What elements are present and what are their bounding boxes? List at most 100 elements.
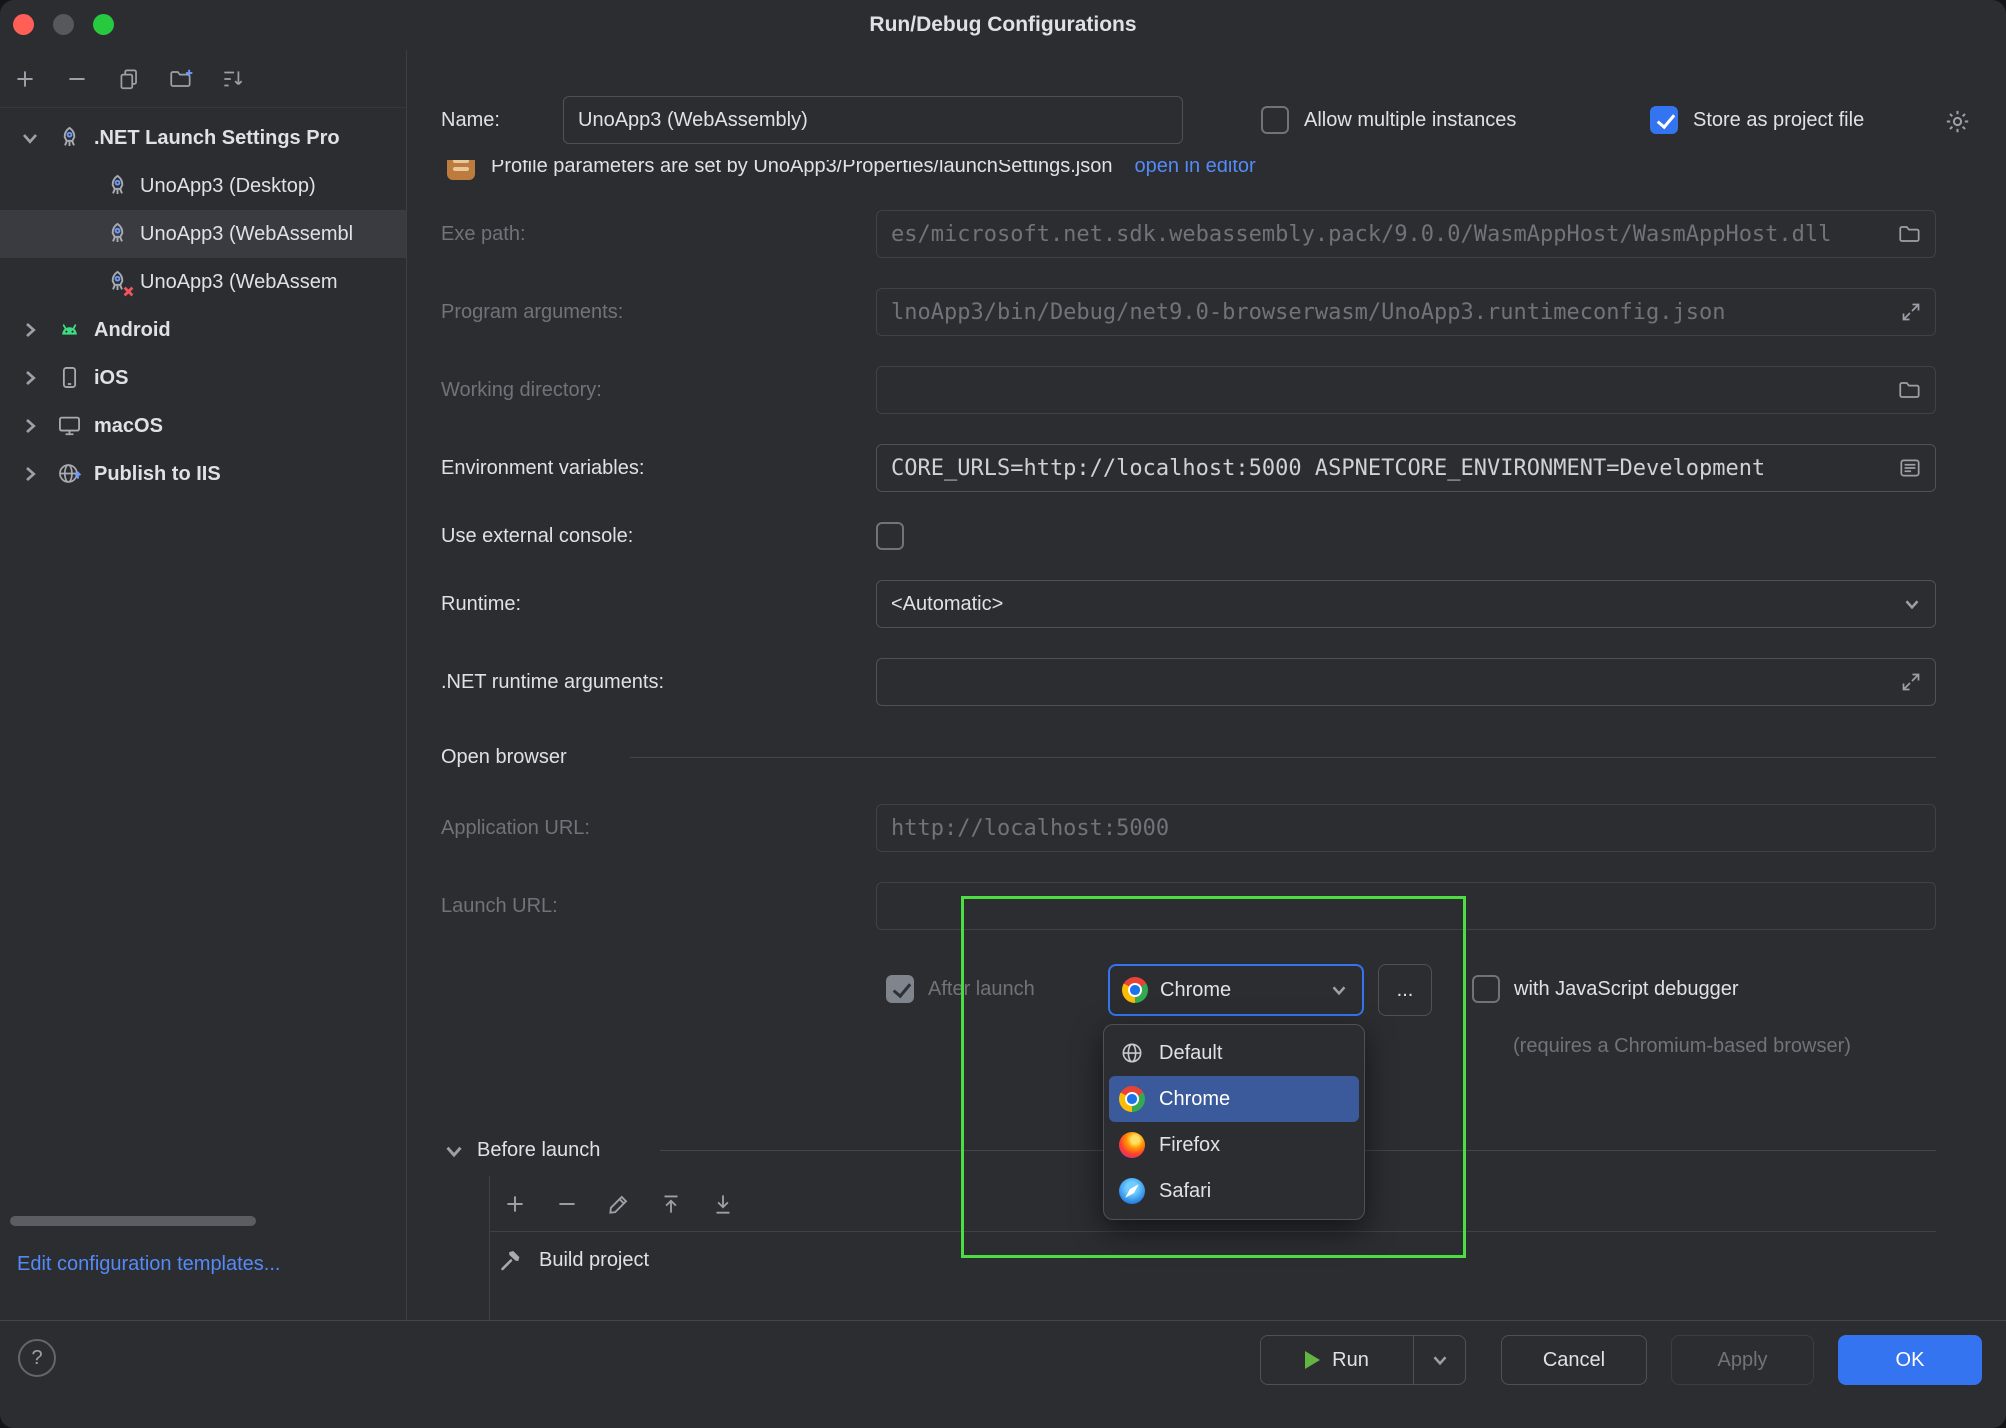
- apply-button[interactable]: Apply: [1671, 1335, 1814, 1385]
- tree-item-label: iOS: [94, 354, 128, 402]
- name-input[interactable]: [563, 96, 1183, 144]
- after-launch-checkbox[interactable]: [886, 975, 914, 1003]
- browse-browsers-button[interactable]: ...: [1378, 964, 1432, 1016]
- globe-icon: [1119, 1040, 1145, 1066]
- js-debugger-note: (requires a Chromium-based browser): [1513, 1022, 1851, 1070]
- run-button-main[interactable]: Run: [1261, 1336, 1413, 1384]
- application-url-field[interactable]: http://localhost:5000: [876, 804, 1936, 852]
- popup-item-firefox[interactable]: Firefox: [1109, 1122, 1359, 1168]
- expand-icon[interactable]: [1899, 670, 1923, 694]
- popup-item-chrome[interactable]: Chrome: [1109, 1076, 1359, 1122]
- chevron-right-icon[interactable]: [18, 366, 42, 390]
- with-js-debugger-label: with JavaScript debugger: [1514, 965, 1739, 1013]
- tree-item-label: .NET Launch Settings Pro: [94, 114, 340, 162]
- sidebar-item-dotnet-launch-settings[interactable]: .NET Launch Settings Pro: [0, 114, 406, 162]
- sidebar-item-unoapp3-desktop[interactable]: UnoApp3 (Desktop): [0, 162, 406, 210]
- macos-icon: [56, 412, 83, 439]
- use-external-console-checkbox[interactable]: [876, 522, 904, 550]
- allow-multiple-instances-label: Allow multiple instances: [1304, 96, 1516, 144]
- sidebar-item-unoapp3-webassembly-error[interactable]: UnoApp3 (WebAssem: [0, 258, 406, 306]
- popup-item-safari[interactable]: Safari: [1109, 1168, 1359, 1214]
- chevron-down-icon: [1328, 979, 1350, 1001]
- title-bar: Run/Debug Configurations: [0, 0, 2006, 50]
- program-arguments-field[interactable]: lnoApp3/bin/Debug/net9.0-browserwasm/Uno…: [876, 288, 1936, 336]
- horizontal-scrollbar[interactable]: [10, 1216, 256, 1226]
- browser-select[interactable]: Chrome: [1108, 964, 1364, 1016]
- sort-icon[interactable]: [220, 66, 246, 92]
- remove-icon[interactable]: [554, 1191, 580, 1217]
- move-up-icon[interactable]: [658, 1191, 684, 1217]
- configurations-sidebar: .NET Launch Settings Pro UnoApp3 (Deskto…: [0, 50, 407, 1320]
- run-button-dropdown[interactable]: [1413, 1336, 1465, 1384]
- firefox-icon: [1119, 1132, 1145, 1158]
- tree-item-label: Android: [94, 306, 171, 354]
- ok-button[interactable]: OK: [1838, 1335, 1982, 1385]
- program-arguments-label: Program arguments:: [441, 288, 623, 336]
- store-as-project-file-label: Store as project file: [1693, 96, 1864, 144]
- task-label: Build project: [539, 1249, 649, 1272]
- ios-icon: [56, 364, 83, 391]
- copy-icon[interactable]: [116, 66, 142, 92]
- open-in-editor-link[interactable]: open in editor: [1134, 160, 1255, 178]
- gear-icon[interactable]: [1944, 108, 1971, 135]
- move-down-icon[interactable]: [710, 1191, 736, 1217]
- launch-settings-icon: [56, 124, 83, 151]
- sidebar-item-ios[interactable]: iOS: [0, 354, 406, 402]
- before-launch-task-build-project[interactable]: Build project: [490, 1232, 1936, 1288]
- application-url-label: Application URL:: [441, 804, 590, 852]
- environment-variables-field[interactable]: CORE_URLS=http://localhost:5000 ASPNETCO…: [876, 444, 1936, 492]
- profile-parameters-banner: Profile parameters are set by UnoApp3/Pr…: [430, 160, 1256, 188]
- section-divider: [630, 757, 1936, 758]
- tree-item-label: Publish to IIS: [94, 450, 221, 498]
- chevron-down-icon: [1901, 593, 1923, 615]
- tree-item-label: UnoApp3 (Desktop): [140, 162, 316, 210]
- folder-icon[interactable]: [1897, 377, 1923, 403]
- sidebar-item-macos[interactable]: macOS: [0, 402, 406, 450]
- hammer-icon: [498, 1247, 525, 1274]
- run-config-icon: [104, 220, 131, 247]
- collapse-chevron-icon[interactable]: [441, 1138, 467, 1164]
- remove-icon[interactable]: [64, 66, 90, 92]
- edit-icon[interactable]: [606, 1191, 632, 1217]
- edit-configuration-templates-link[interactable]: Edit configuration templates...: [17, 1253, 280, 1276]
- chrome-icon: [1119, 1086, 1145, 1112]
- add-icon[interactable]: [12, 66, 38, 92]
- dotnet-runtime-arguments-field[interactable]: [876, 658, 1936, 706]
- launch-profile-icon: [447, 160, 475, 180]
- before-launch-section-label: Before launch: [477, 1126, 600, 1174]
- chevron-right-icon[interactable]: [18, 462, 42, 486]
- dialog-footer: ? Run Cancel Apply OK: [0, 1320, 2006, 1428]
- chevron-down-icon[interactable]: [18, 126, 42, 150]
- name-label: Name:: [441, 96, 500, 144]
- popup-item-default[interactable]: Default: [1109, 1030, 1359, 1076]
- sidebar-toolbar: [0, 50, 406, 108]
- banner-text: Profile parameters are set by UnoApp3/Pr…: [491, 160, 1112, 178]
- with-js-debugger-checkbox[interactable]: [1472, 975, 1500, 1003]
- list-icon[interactable]: [1897, 455, 1923, 481]
- store-as-project-file-checkbox[interactable]: [1650, 106, 1678, 134]
- launch-url-field[interactable]: [876, 882, 1936, 930]
- publish-iis-icon: [56, 460, 83, 487]
- add-icon[interactable]: [502, 1191, 528, 1217]
- browser-dropdown-popup: Default Chrome Firefox Safari: [1103, 1024, 1365, 1220]
- runtime-select[interactable]: <Automatic>: [876, 580, 1936, 628]
- chevron-right-icon[interactable]: [18, 414, 42, 438]
- working-directory-field[interactable]: [876, 366, 1936, 414]
- play-icon: [1305, 1351, 1320, 1369]
- sidebar-item-unoapp3-webassembly-selected[interactable]: UnoApp3 (WebAssembl: [0, 210, 406, 258]
- cancel-button[interactable]: Cancel: [1501, 1335, 1647, 1385]
- exe-path-label: Exe path:: [441, 210, 526, 258]
- tree-item-label: macOS: [94, 402, 163, 450]
- allow-multiple-instances-checkbox[interactable]: [1261, 106, 1289, 134]
- expand-icon[interactable]: [1899, 300, 1923, 324]
- working-directory-label: Working directory:: [441, 366, 602, 414]
- help-button[interactable]: ?: [18, 1339, 56, 1377]
- run-button[interactable]: Run: [1260, 1335, 1466, 1385]
- exe-path-field[interactable]: es/microsoft.net.sdk.webassembly.pack/9.…: [876, 210, 1936, 258]
- chrome-icon: [1122, 977, 1148, 1003]
- folder-icon[interactable]: [1897, 221, 1923, 247]
- sidebar-item-publish-to-iis[interactable]: Publish to IIS: [0, 450, 406, 498]
- new-folder-icon[interactable]: [168, 66, 194, 92]
- sidebar-item-android[interactable]: Android: [0, 306, 406, 354]
- chevron-right-icon[interactable]: [18, 318, 42, 342]
